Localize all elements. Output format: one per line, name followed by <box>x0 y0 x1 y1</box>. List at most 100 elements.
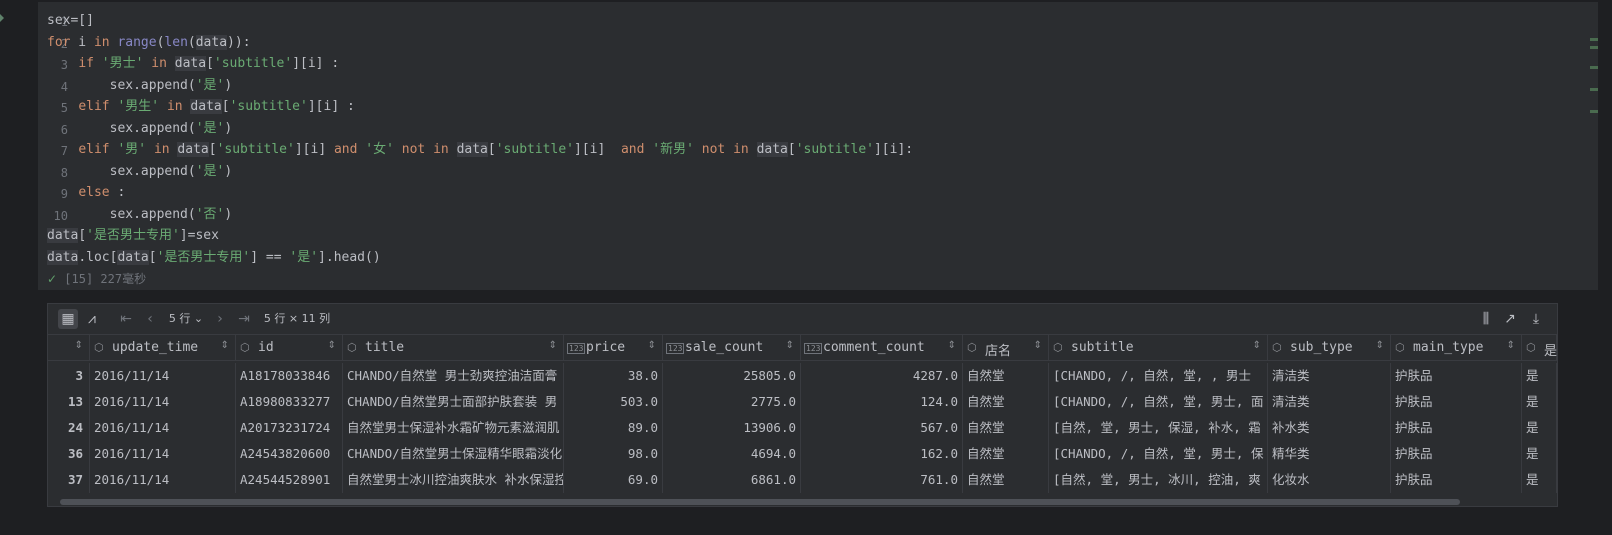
prev-page-icon[interactable]: ‹ <box>140 309 160 329</box>
table-cell[interactable]: 是 <box>1522 467 1557 493</box>
table-cell[interactable]: A18178033846 <box>236 363 343 389</box>
column-header[interactable]: ⬡ 是 <box>1522 335 1557 361</box>
column-header[interactable]: ⬡ sub_type ⇕ <box>1268 335 1391 361</box>
table-cell[interactable]: A20173231724 <box>236 415 343 441</box>
sort-icon[interactable]: ⇕ <box>786 340 794 351</box>
column-header[interactable]: 123 sale_count ⇕ <box>663 335 801 361</box>
table-cell[interactable]: 25805.0 <box>663 363 801 389</box>
table-cell[interactable]: [CHANDO, /, 自然, 堂, , 男士 <box>1049 363 1268 389</box>
table-cell[interactable]: 503.0 <box>564 389 663 415</box>
index-header[interactable]: ⇕ <box>48 335 90 361</box>
last-page-icon[interactable]: ⇥ <box>234 309 254 329</box>
table-cell[interactable]: A24544528901 <box>236 467 343 493</box>
download-icon[interactable]: ⤓ <box>1526 309 1546 329</box>
table-cell[interactable]: 化妆水 <box>1268 467 1391 493</box>
table-cell[interactable]: 自然堂 <box>963 415 1049 441</box>
sort-icon[interactable]: ⇕ <box>221 340 229 351</box>
table-cell[interactable]: 护肤品 <box>1391 467 1522 493</box>
code-line[interactable]: elif '男' in data['subtitle'][i] and '女' … <box>47 139 913 161</box>
table-cell[interactable]: 是 <box>1522 363 1557 389</box>
code-content[interactable]: sex=[] for i in range(len(data)): if '男士'… <box>47 10 913 268</box>
code-line[interactable]: data['是否男士专用']=sex <box>47 225 913 247</box>
code-line[interactable]: else : <box>47 182 913 204</box>
code-line[interactable]: elif '男生' in data['subtitle'][i] : <box>47 96 913 118</box>
sort-icon[interactable]: ⇕ <box>948 340 956 351</box>
code-cell-editor[interactable]: 123456789101112 sex=[]for i in range(len… <box>38 2 1598 290</box>
sort-icon[interactable]: ⇕ <box>549 340 557 351</box>
column-header[interactable]: ⬡ id ⇕ <box>236 335 343 361</box>
column-settings-icon[interactable]: ⫼ <box>1476 309 1496 329</box>
rows-per-page-select[interactable]: 5 行 ⌄ <box>166 309 206 329</box>
table-cell[interactable]: CHANDO/自然堂男士保湿精华眼霜淡化 <box>343 441 564 467</box>
table-cell[interactable]: 自然堂 <box>963 389 1049 415</box>
table-cell[interactable]: 13906.0 <box>663 415 801 441</box>
table-cell[interactable]: [CHANDO, /, 自然, 堂, 男士, 保 <box>1049 441 1268 467</box>
column-header[interactable]: ⬡ subtitle ⇕ <box>1049 335 1268 361</box>
scrollbar-thumb[interactable] <box>60 499 1460 505</box>
sort-icon[interactable]: ⇕ <box>75 340 83 351</box>
sort-icon[interactable]: ⇕ <box>1034 340 1042 351</box>
chart-view-icon[interactable]: ⩘ <box>82 309 102 329</box>
table-cell[interactable]: [自然, 堂, 男士, 保湿, 补水, 霜 <box>1049 415 1268 441</box>
first-page-icon[interactable]: ⇤ <box>116 309 136 329</box>
column-header[interactable]: 123 comment_count ⇕ <box>801 335 963 361</box>
table-cell[interactable]: 清洁类 <box>1268 363 1391 389</box>
row-index[interactable]: 13 <box>48 389 90 415</box>
table-cell[interactable]: 是 <box>1522 389 1557 415</box>
row-index[interactable]: 37 <box>48 467 90 493</box>
table-cell[interactable]: CHANDO/自然堂 男士劲爽控油洁面膏 <box>343 363 564 389</box>
code-line[interactable]: sex.append('是') <box>47 161 913 183</box>
sort-icon[interactable]: ⇕ <box>1507 340 1515 351</box>
table-cell[interactable]: [CHANDO, /, 自然, 堂, 男士, 面 <box>1049 389 1268 415</box>
table-cell[interactable]: [自然, 堂, 男士, 冰川, 控油, 爽 <box>1049 467 1268 493</box>
table-cell[interactable]: 自然堂男士保湿补水霜矿物元素滋润肌 <box>343 415 564 441</box>
column-header[interactable]: 123 price ⇕ <box>564 335 663 361</box>
open-in-new-icon[interactable]: ↗ <box>1500 309 1520 329</box>
table-cell[interactable]: 自然堂 <box>963 363 1049 389</box>
table-row[interactable]: 36 2016/11/14 A24543820600 CHANDO/自然堂男士保湿精华… <box>48 441 1557 467</box>
table-cell[interactable]: 自然堂男士冰川控油爽肤水 补水保湿控 <box>343 467 564 493</box>
table-cell[interactable]: 4287.0 <box>801 363 963 389</box>
table-cell[interactable]: 761.0 <box>801 467 963 493</box>
table-row[interactable]: 37 2016/11/14 A24544528901 自然堂男士冰川控油爽肤水 补水保… <box>48 467 1557 493</box>
sort-icon[interactable]: ⇕ <box>328 340 336 351</box>
column-header[interactable]: ⬡ 店名 ⇕ <box>963 335 1049 361</box>
code-line[interactable]: sex.append('是') <box>47 75 913 97</box>
table-cell[interactable]: 自然堂 <box>963 467 1049 493</box>
table-cell[interactable]: 98.0 <box>564 441 663 467</box>
table-cell[interactable]: 护肤品 <box>1391 441 1522 467</box>
code-line[interactable]: sex=[] <box>47 10 913 32</box>
sort-icon[interactable]: ⇕ <box>648 340 656 351</box>
table-cell[interactable]: 2016/11/14 <box>90 389 236 415</box>
table-cell[interactable]: 4694.0 <box>663 441 801 467</box>
table-row[interactable]: 13 2016/11/14 A18980833277 CHANDO/自然堂男士面部护肤… <box>48 389 1557 415</box>
table-cell[interactable]: A24543820600 <box>236 441 343 467</box>
table-row[interactable]: 3 2016/11/14 A18178033846 CHANDO/自然堂 男士劲爽控油… <box>48 363 1557 389</box>
table-cell[interactable]: 2775.0 <box>663 389 801 415</box>
table-cell[interactable]: 护肤品 <box>1391 363 1522 389</box>
table-cell[interactable]: 6861.0 <box>663 467 801 493</box>
code-line[interactable]: if '男士' in data['subtitle'][i] : <box>47 53 913 75</box>
table-cell[interactable]: 精华类 <box>1268 441 1391 467</box>
horizontal-scrollbar[interactable] <box>48 498 1557 506</box>
table-cell[interactable]: 护肤品 <box>1391 389 1522 415</box>
table-cell[interactable]: 自然堂 <box>963 441 1049 467</box>
table-cell[interactable]: 162.0 <box>801 441 963 467</box>
table-cell[interactable]: 2016/11/14 <box>90 441 236 467</box>
table-view-icon[interactable]: ▦ <box>58 309 78 329</box>
code-line[interactable]: sex.append('否') <box>47 204 913 226</box>
table-cell[interactable]: 护肤品 <box>1391 415 1522 441</box>
table-cell[interactable]: 38.0 <box>564 363 663 389</box>
table-cell[interactable]: 2016/11/14 <box>90 415 236 441</box>
code-line[interactable]: for i in range(len(data)): <box>47 32 913 54</box>
row-index[interactable]: 36 <box>48 441 90 467</box>
table-cell[interactable]: 2016/11/14 <box>90 467 236 493</box>
next-page-icon[interactable]: › <box>210 309 230 329</box>
column-header[interactable]: ⬡ update_time ⇕ <box>90 335 236 361</box>
row-index[interactable]: 24 <box>48 415 90 441</box>
table-cell[interactable]: 124.0 <box>801 389 963 415</box>
table-cell[interactable]: 是 <box>1522 441 1557 467</box>
column-header[interactable]: ⬡ main_type ⇕ <box>1391 335 1522 361</box>
table-cell[interactable]: A18980833277 <box>236 389 343 415</box>
column-header[interactable]: ⬡ title ⇕ <box>343 335 564 361</box>
